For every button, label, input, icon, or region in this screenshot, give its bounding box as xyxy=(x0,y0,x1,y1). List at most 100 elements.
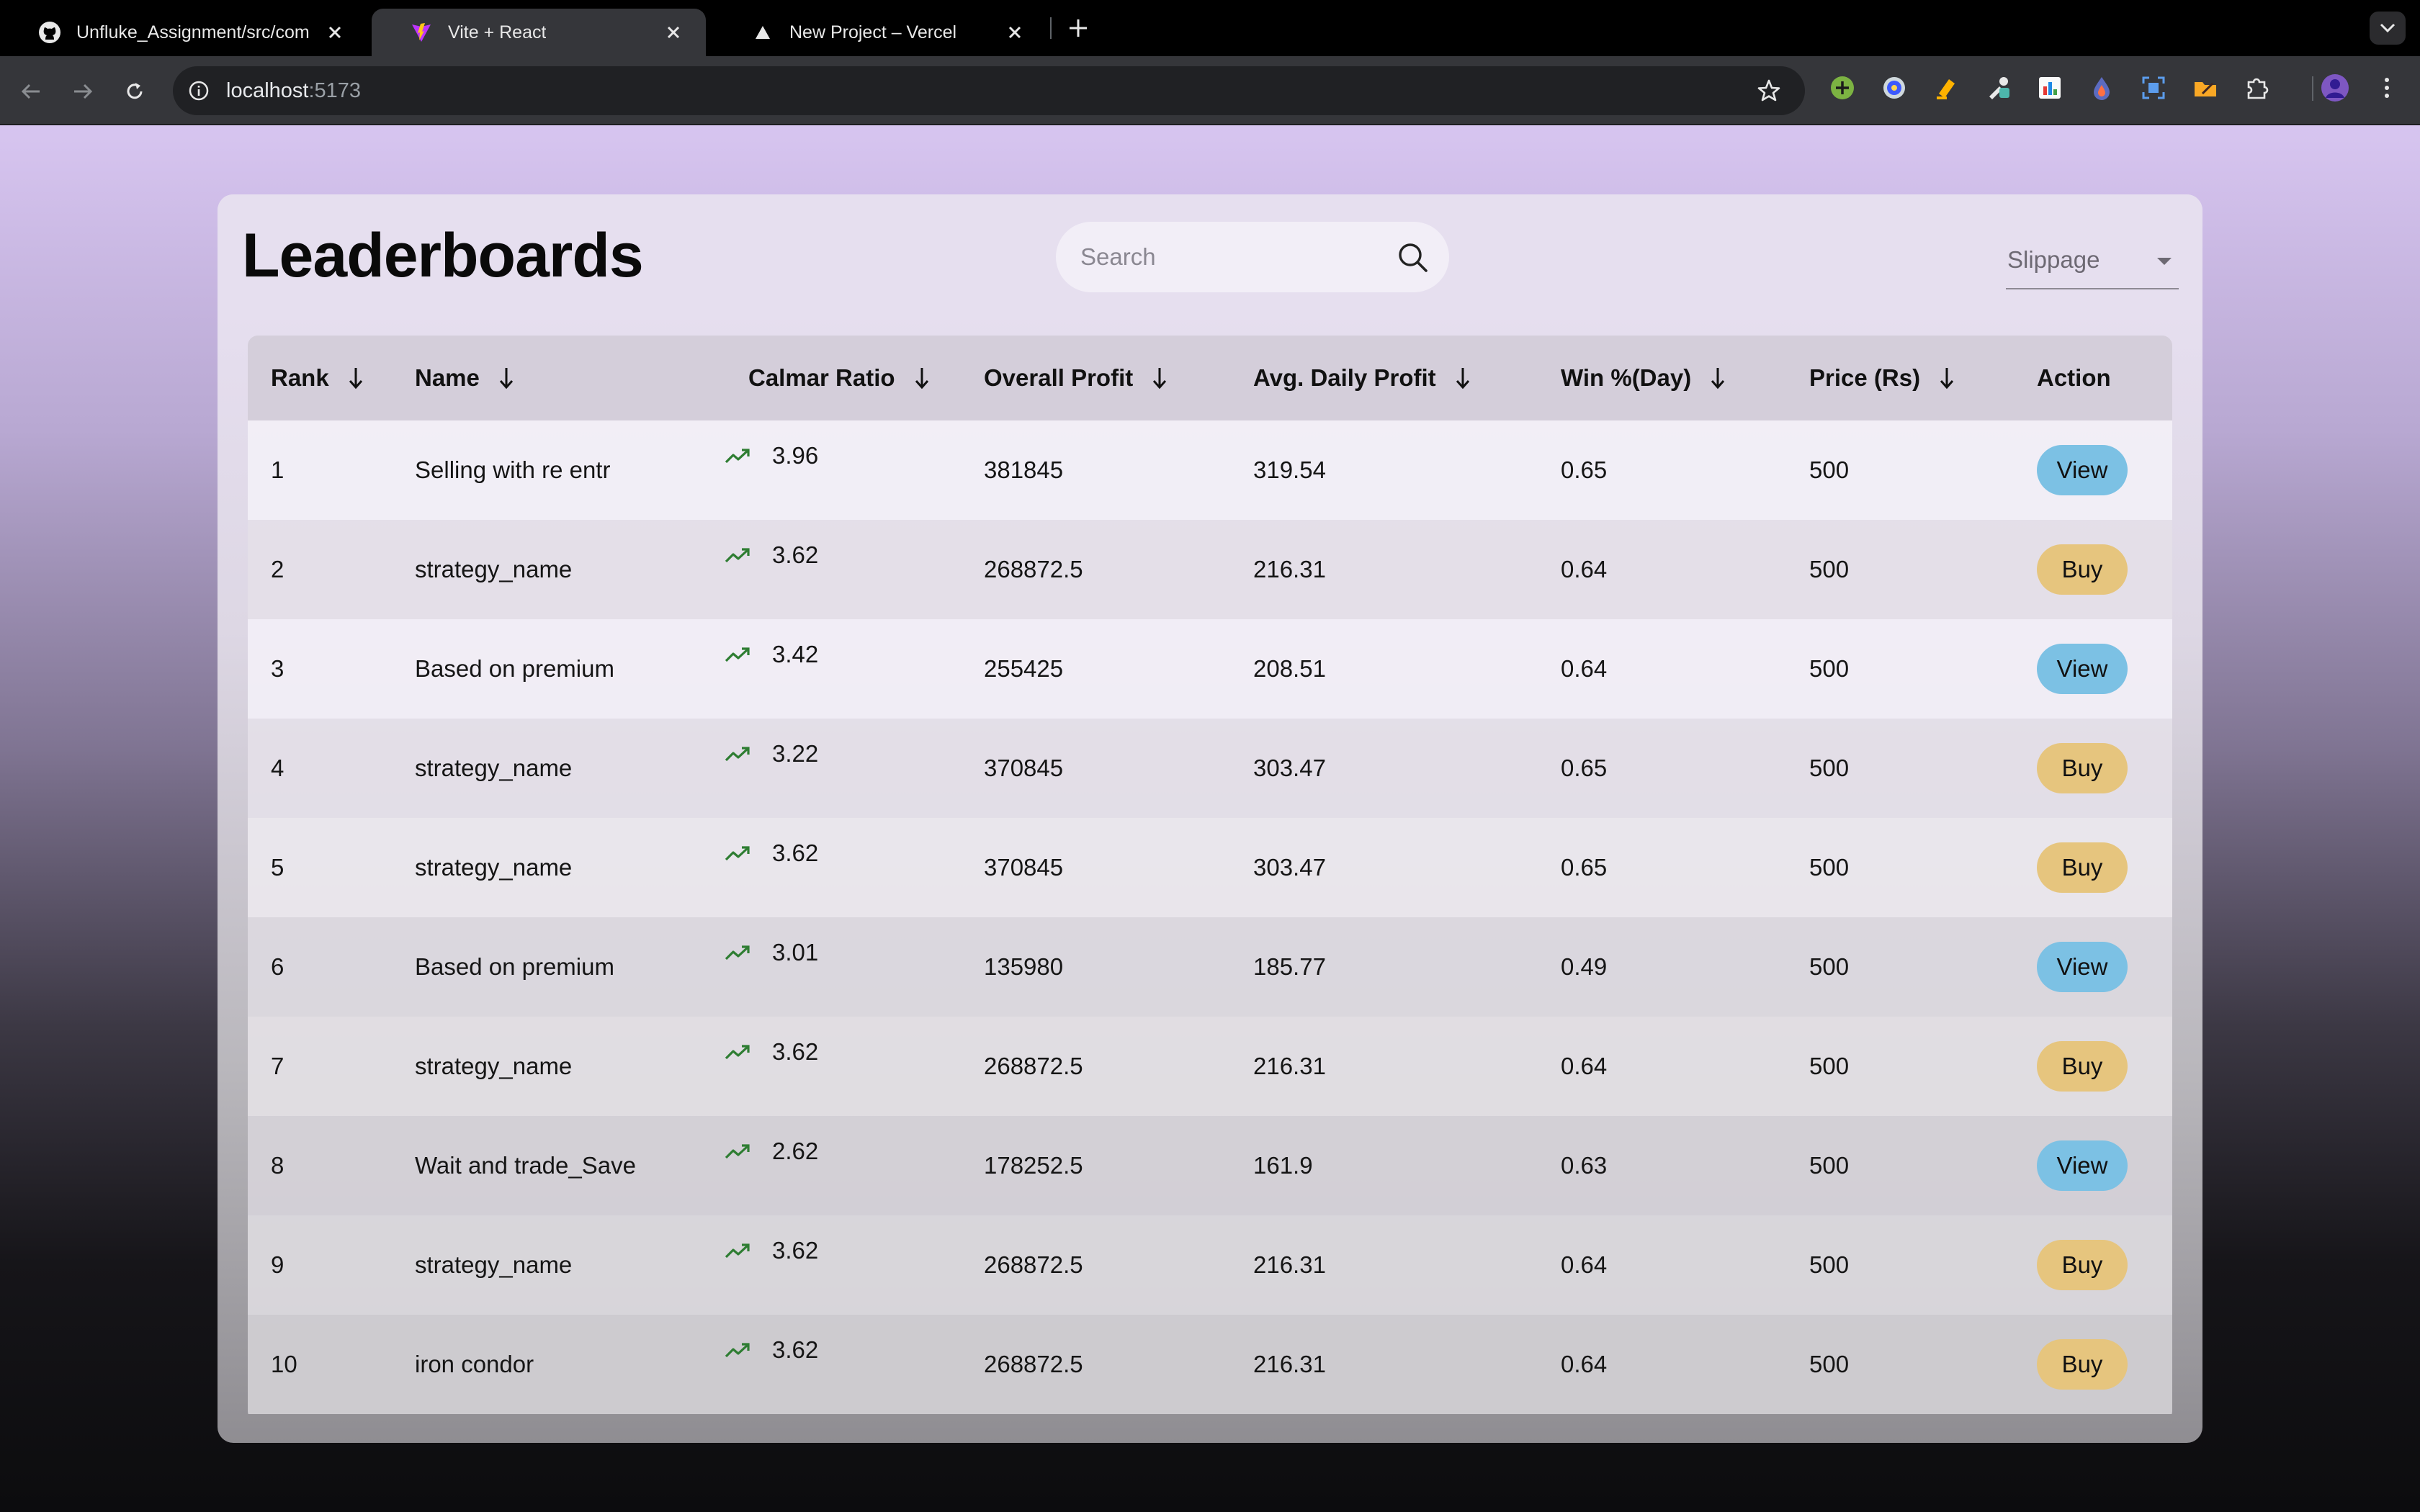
extension-plus-icon[interactable] xyxy=(1827,72,1858,104)
tab-title: New Project – Vercel xyxy=(789,22,957,42)
view-button[interactable]: View xyxy=(2037,942,2128,992)
back-button[interactable] xyxy=(14,75,48,108)
cell-name: Selling with re entr xyxy=(415,456,611,483)
header-calmar-ratio[interactable]: Calmar Ratio xyxy=(717,336,984,420)
sort-arrow-down-icon[interactable] xyxy=(498,366,514,390)
tab-search-button[interactable] xyxy=(2370,12,2406,45)
slippage-select[interactable]: Slippage xyxy=(2006,242,2179,289)
trending-up-icon xyxy=(725,1343,750,1358)
extension-screenshot-icon[interactable] xyxy=(2138,72,2169,104)
cell-action: Buy xyxy=(2037,520,2172,619)
calmar-value: 3.62 xyxy=(772,1237,819,1264)
table-row: 1 Selling with re entr 3.96 381845 319.54 0.6… xyxy=(248,420,2172,520)
calmar-value: 3.62 xyxy=(772,840,819,866)
cell-avg-daily-profit: 216.31 xyxy=(1253,1053,1326,1079)
more-menu-icon[interactable] xyxy=(2371,72,2403,104)
extension-folder-icon[interactable] xyxy=(2190,72,2221,104)
buy-button[interactable]: Buy xyxy=(2037,842,2128,893)
header-label: Calmar Ratio xyxy=(748,364,895,391)
github-icon xyxy=(37,20,62,45)
forward-button[interactable] xyxy=(66,75,99,108)
table-row: 5 strategy_name 3.62 370845 303.47 0.65 500 Buy xyxy=(248,818,2172,917)
view-button[interactable]: View xyxy=(2037,1140,2128,1191)
cell-avg-daily-profit: 216.31 xyxy=(1253,1251,1326,1278)
close-icon[interactable] xyxy=(663,22,684,43)
table-row: 2 strategy_name 3.62 268872.5 216.31 0.64 500 B… xyxy=(248,520,2172,619)
cell-rank: 1 xyxy=(271,456,284,483)
reload-icon xyxy=(127,83,143,99)
cell-name: iron condor xyxy=(415,1351,534,1377)
cell-price: 500 xyxy=(1809,1251,1850,1278)
header-win-percent[interactable]: Win %(Day) xyxy=(1561,336,1809,420)
view-button[interactable]: View xyxy=(2037,445,2128,495)
cell-win: 0.64 xyxy=(1561,1351,1608,1377)
cell-avg-daily-profit: 208.51 xyxy=(1253,655,1326,682)
cell-name: strategy_name xyxy=(415,854,573,881)
leaderboard-table-container: Rank Name Calmar Ratio Overall Profit Av… xyxy=(248,336,2172,1421)
header-rank[interactable]: Rank xyxy=(248,336,415,420)
cell-win: 0.65 xyxy=(1561,854,1608,881)
sort-arrow-down-icon[interactable] xyxy=(1939,366,1955,390)
header-price[interactable]: Price (Rs) xyxy=(1809,336,2037,420)
buy-button[interactable]: Buy xyxy=(2037,743,2128,793)
site-info-icon[interactable] xyxy=(186,78,212,104)
cell-calmar: 3.42 xyxy=(717,619,984,719)
view-button[interactable]: View xyxy=(2037,644,2128,694)
cell-action: View xyxy=(2037,619,2172,719)
close-icon[interactable] xyxy=(1004,22,1026,43)
cell-price: 500 xyxy=(1809,1053,1850,1079)
extension-eyedropper-icon[interactable] xyxy=(1982,72,2014,104)
buy-button[interactable]: Buy xyxy=(2037,1041,2128,1092)
caret-down-icon xyxy=(2157,258,2172,265)
cell-overall-profit: 268872.5 xyxy=(984,1351,1083,1377)
buy-button[interactable]: Buy xyxy=(2037,1240,2128,1290)
trending-up-icon xyxy=(725,449,750,464)
card-header: Leaderboards Slippage xyxy=(218,194,2202,320)
search-box[interactable] xyxy=(1056,222,1449,292)
tab-separator xyxy=(1050,17,1052,39)
sort-arrow-down-icon[interactable] xyxy=(348,366,364,390)
cell-action: View xyxy=(2037,420,2172,520)
reload-button[interactable] xyxy=(118,75,151,108)
trending-up-icon xyxy=(725,1243,750,1259)
browser-tab-vercel[interactable]: New Project – Vercel xyxy=(713,9,1047,56)
cell-overall-profit: 370845 xyxy=(984,755,1064,781)
bookmark-star-icon[interactable] xyxy=(1754,76,1783,105)
leaderboard-card: Leaderboards Slippage Rank Name xyxy=(218,194,2202,1443)
cell-calmar: 3.96 xyxy=(717,420,984,520)
page-title: Leaderboards xyxy=(242,221,644,290)
new-tab-button[interactable] xyxy=(1065,14,1092,42)
address-bar[interactable]: localhost:5173 xyxy=(173,66,1805,115)
search-icon[interactable] xyxy=(1396,240,1429,274)
extension-chart-icon[interactable] xyxy=(2034,72,2066,104)
close-icon[interactable] xyxy=(324,22,346,43)
cell-win: 0.64 xyxy=(1561,1053,1608,1079)
cell-rank: 10 xyxy=(271,1351,297,1377)
extension-drop-icon[interactable] xyxy=(2086,72,2118,104)
profile-avatar[interactable] xyxy=(2319,72,2351,104)
extensions-puzzle-icon[interactable] xyxy=(2241,72,2273,104)
sort-arrow-down-icon[interactable] xyxy=(1710,366,1726,390)
sort-arrow-down-icon[interactable] xyxy=(914,366,930,390)
search-input[interactable] xyxy=(1080,238,1383,276)
header-avg-daily-profit[interactable]: Avg. Daily Profit xyxy=(1253,336,1561,420)
arrow-left-icon xyxy=(21,84,40,99)
browser-tab-vite[interactable]: Vite + React xyxy=(372,9,706,56)
sort-arrow-down-icon[interactable] xyxy=(1455,366,1471,390)
browser-tab-github[interactable]: Unfluke_Assignment/src/com xyxy=(0,9,367,56)
table-header-row: Rank Name Calmar Ratio Overall Profit Av… xyxy=(248,336,2172,420)
cell-action: View xyxy=(2037,917,2172,1017)
header-name[interactable]: Name xyxy=(415,336,717,420)
cell-name: strategy_name xyxy=(415,755,573,781)
table-row: 8 Wait and trade_Save 2.62 178252.5 161.9 0.6… xyxy=(248,1116,2172,1215)
chevron-down-icon xyxy=(2380,23,2396,33)
extension-highlighter-icon[interactable] xyxy=(1930,72,1962,104)
buy-button[interactable]: Buy xyxy=(2037,544,2128,595)
sort-arrow-down-icon[interactable] xyxy=(1152,366,1168,390)
extension-clock-icon[interactable] xyxy=(1878,72,1910,104)
cell-name: Wait and trade_Save xyxy=(415,1152,636,1179)
buy-button[interactable]: Buy xyxy=(2037,1339,2128,1390)
cell-overall-profit: 255425 xyxy=(984,655,1064,682)
header-label: Avg. Daily Profit xyxy=(1253,364,1436,391)
header-overall-profit[interactable]: Overall Profit xyxy=(984,336,1253,420)
